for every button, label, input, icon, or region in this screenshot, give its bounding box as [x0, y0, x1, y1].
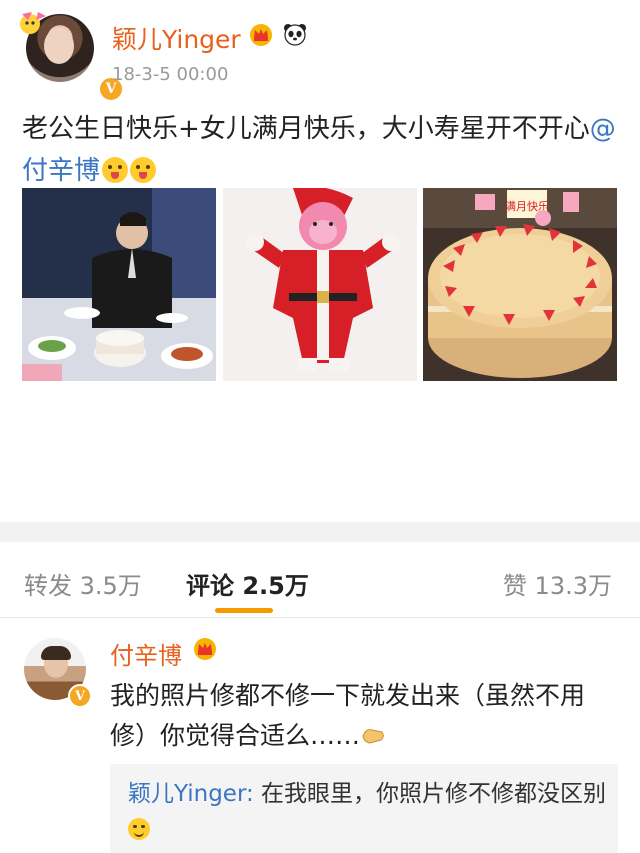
section-divider	[0, 522, 640, 542]
birthday-dinner-illustration	[22, 188, 216, 381]
cake-illustration: 满月快乐	[423, 188, 617, 381]
post-timestamp: 18-3-5 00:00	[112, 64, 229, 85]
post-text: 老公生日快乐+女儿满月快乐，大小寿星开不开心	[22, 114, 590, 144]
reply-box[interactable]: 颖儿Yinger: 在我眼里，你照片修不修都没区别	[110, 764, 618, 853]
thumbs-up-emoji-icon	[362, 729, 384, 744]
post-header: V 颖儿Yinger 18-3-5 00:00	[0, 0, 640, 102]
active-tab-indicator	[215, 608, 273, 613]
tongue-emoji-icon	[102, 157, 129, 183]
tab-like[interactable]: 赞 13.3万	[503, 566, 612, 601]
birthday-dinner-photo[interactable]	[22, 188, 216, 381]
tongue-emoji-icon	[130, 157, 157, 183]
smile-emoji-icon	[128, 818, 150, 840]
commenter-name[interactable]: 付辛博	[110, 636, 182, 671]
baby-in-santa-suit-photo[interactable]	[223, 188, 417, 381]
tab-repost[interactable]: 转发 3.5万	[24, 566, 142, 601]
crown-icon[interactable]	[192, 636, 218, 660]
reply-author[interactable]: 颖儿Yinger:	[128, 781, 254, 807]
post-author-name[interactable]: 颖儿Yinger	[112, 20, 241, 56]
baby-santa-illustration	[223, 188, 417, 381]
reply-text: 在我眼里，你照片修不修都没区别	[253, 781, 607, 807]
interaction-tabs: 转发 3.5万 评论 2.5万 赞 13.3万	[0, 542, 640, 618]
strawberry-cake-photo[interactable]: 满月快乐	[423, 188, 617, 381]
comment-text: 我的照片修都不修一下就发出来（虽然不用修）你觉得合适么……	[110, 681, 586, 750]
author-avatar[interactable]: V	[20, 12, 124, 102]
panda-icon[interactable]	[282, 22, 308, 46]
tab-comment[interactable]: 评论 2.5万	[186, 566, 309, 601]
avatar-hair	[41, 646, 71, 660]
reply-content: 颖儿Yinger: 在我眼里，你照片修不修都没区别	[128, 776, 608, 848]
verified-badge: V	[68, 684, 92, 708]
comment-item: V 付辛博 我的照片修都不修一下就发出来（虽然不用修）你觉得合适么…… 颖儿Yi…	[0, 618, 640, 853]
crown-icon[interactable]	[248, 22, 274, 46]
cartoon-badge-icon	[20, 12, 46, 34]
post-body: 老公生日快乐+女儿满月快乐，大小寿星开不开心@付辛博	[22, 108, 622, 192]
comment-text-block: 我的照片修都不修一下就发出来（虽然不用修）你觉得合适么……	[110, 676, 610, 756]
